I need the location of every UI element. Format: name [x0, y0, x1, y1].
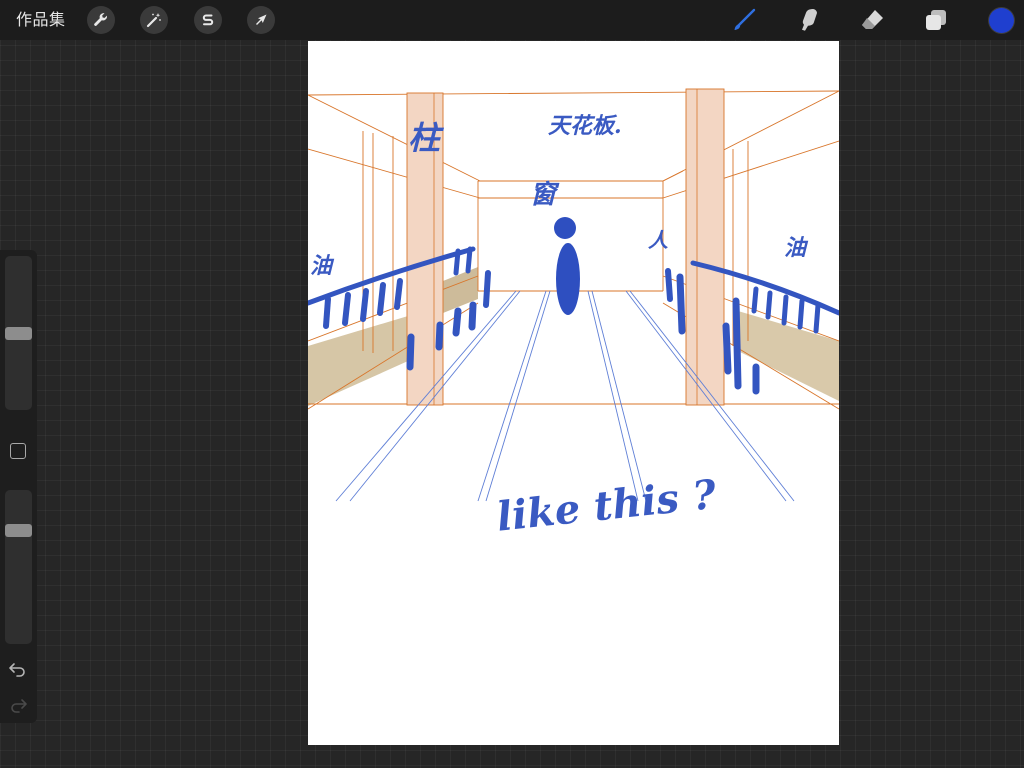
ceiling-annotation: 天花板. — [548, 113, 622, 139]
person-annotation: 人 — [648, 228, 669, 252]
gallery-button[interactable]: 作品集 — [16, 9, 66, 31]
person-figure — [554, 217, 580, 315]
opacity-slider-thumb[interactable] — [5, 524, 32, 537]
redo-icon — [11, 699, 27, 713]
sketch-artwork: 天花板. 柱 窗 人 油 油 like this ? — [308, 88, 839, 541]
actions-button[interactable] — [87, 6, 115, 34]
opacity-slider[interactable] — [5, 490, 32, 644]
brush-size-slider[interactable] — [5, 256, 32, 410]
undo-button[interactable] — [8, 661, 28, 677]
left-sidebar — [0, 250, 37, 723]
railing-right-annotation: 油 — [784, 235, 809, 261]
drawing-canvas[interactable]: 天花板. 柱 窗 人 油 油 like this ? — [308, 41, 839, 745]
magic-wand-icon — [146, 13, 161, 28]
right-pillar — [685, 88, 725, 406]
transform-button[interactable] — [247, 6, 275, 34]
wrench-icon — [94, 13, 107, 26]
layers-icon — [926, 10, 946, 30]
redo-button[interactable] — [8, 697, 28, 713]
brush-icon — [734, 8, 756, 30]
smudge-tool-button[interactable] — [793, 6, 823, 34]
selection-button[interactable] — [194, 6, 222, 34]
pillar-annotation: 柱 — [408, 119, 445, 157]
selection-s-icon — [202, 14, 214, 26]
smudge-finger-icon — [802, 8, 817, 31]
caption-annotation: like this ? — [495, 471, 719, 541]
eraser-tool-button[interactable] — [857, 6, 887, 34]
brush-size-slider-thumb[interactable] — [5, 327, 32, 340]
arrow-cursor-icon — [256, 14, 267, 25]
eraser-icon — [862, 10, 883, 29]
brush-tool-button[interactable] — [729, 6, 759, 34]
layers-button[interactable] — [921, 6, 951, 34]
modify-button[interactable] — [10, 443, 26, 459]
adjustments-button[interactable] — [140, 6, 168, 34]
top-toolbar: 作品集 — [0, 0, 1024, 40]
window-annotation: 窗 — [530, 180, 560, 210]
undo-icon — [9, 663, 25, 677]
railing-left-annotation: 油 — [310, 253, 335, 279]
color-picker-button[interactable] — [989, 8, 1014, 33]
